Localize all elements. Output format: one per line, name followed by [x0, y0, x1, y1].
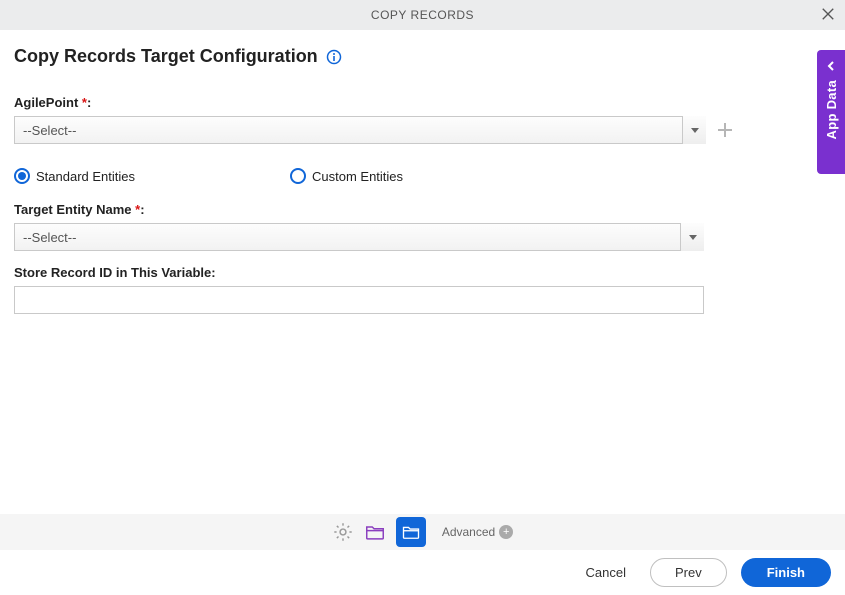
target-entity-field: Target Entity Name *: --Select-- [14, 202, 827, 251]
advanced-label-text: Advanced [442, 525, 495, 539]
target-entity-select-row: --Select-- [14, 223, 827, 251]
target-entity-label-text: Target Entity Name [14, 202, 132, 217]
target-entity-select-value: --Select-- [14, 223, 704, 251]
folder-purple-icon[interactable] [364, 521, 386, 543]
side-tab-label: App Data [824, 80, 839, 139]
required-marker: * [135, 202, 140, 217]
footer: Cancel Prev Finish [0, 550, 845, 595]
agilepoint-select[interactable]: --Select-- [14, 116, 706, 144]
store-record-label: Store Record ID in This Variable: [14, 265, 827, 280]
advanced-toggle[interactable]: Advanced + [442, 525, 513, 539]
finish-button[interactable]: Finish [741, 558, 831, 587]
radio-indicator [290, 168, 306, 184]
radio-custom-label: Custom Entities [312, 169, 403, 184]
bottom-toolbar: Advanced + [0, 514, 845, 550]
cancel-button[interactable]: Cancel [576, 559, 636, 586]
radio-custom-entities[interactable]: Custom Entities [290, 168, 403, 184]
store-record-input[interactable] [14, 286, 704, 314]
close-icon[interactable] [821, 6, 835, 24]
plus-circle-icon: + [499, 525, 513, 539]
required-marker: * [82, 95, 87, 110]
agilepoint-label-text: AgilePoint [14, 95, 78, 110]
agilepoint-select-value: --Select-- [14, 116, 706, 144]
page-title: Copy Records Target Configuration [14, 46, 318, 67]
agilepoint-field: AgilePoint *: --Select-- [14, 95, 827, 144]
add-icon[interactable] [716, 121, 734, 139]
app-data-side-tab[interactable]: App Data [817, 50, 845, 174]
entity-type-radio-group: Standard Entities Custom Entities [14, 168, 827, 184]
target-entity-label: Target Entity Name *: [14, 202, 827, 217]
agilepoint-label: AgilePoint *: [14, 95, 827, 110]
radio-standard-label: Standard Entities [36, 169, 135, 184]
radio-standard-entities[interactable]: Standard Entities [14, 168, 290, 184]
page-title-row: Copy Records Target Configuration [14, 46, 827, 67]
store-record-field: Store Record ID in This Variable: [14, 265, 827, 314]
chevron-left-icon [826, 58, 836, 74]
gear-icon[interactable] [332, 521, 354, 543]
radio-indicator [14, 168, 30, 184]
chevron-down-icon [682, 116, 706, 144]
agilepoint-select-row: --Select-- [14, 116, 827, 144]
info-icon[interactable] [326, 49, 342, 65]
prev-button[interactable]: Prev [650, 558, 727, 587]
folder-active-icon[interactable] [396, 517, 426, 547]
modal-title: COPY RECORDS [371, 8, 474, 22]
target-entity-select[interactable]: --Select-- [14, 223, 704, 251]
modal-header: COPY RECORDS [0, 0, 845, 30]
content-area: Copy Records Target Configuration AgileP… [0, 30, 845, 314]
chevron-down-icon [680, 223, 704, 251]
